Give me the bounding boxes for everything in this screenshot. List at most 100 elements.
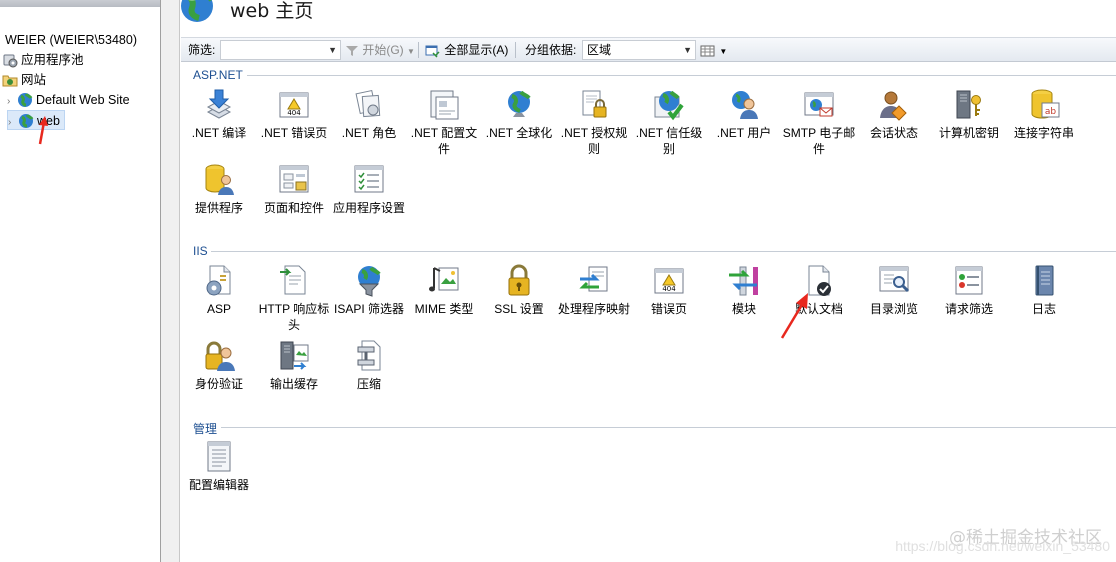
toolbar-separator bbox=[418, 42, 419, 58]
app-settings-icon bbox=[354, 165, 384, 193]
feature-authentication[interactable]: 身份验证 bbox=[181, 339, 257, 392]
feature-label: .NET 角色 bbox=[341, 126, 397, 140]
feature-label: 输出缓存 bbox=[269, 377, 318, 391]
feature-label: SMTP 电子邮件 bbox=[782, 126, 856, 156]
error-404-icon: 404 bbox=[279, 92, 309, 118]
profile-window-icon bbox=[430, 90, 459, 120]
feature-handler-mappings[interactable]: 处理程序映射 bbox=[556, 264, 632, 317]
feature-net-compilation[interactable]: .NET 编译 bbox=[181, 88, 257, 141]
show-all-icon bbox=[425, 45, 440, 58]
view-grid-icon bbox=[700, 45, 715, 57]
dropdown-arrow-icon[interactable]: ▼ bbox=[328, 41, 337, 59]
error-404-icon: 404 bbox=[654, 268, 684, 294]
users-icon bbox=[732, 91, 758, 119]
feature-label: 页面和控件 bbox=[263, 201, 324, 215]
feature-machine-key[interactable]: 计算机密钥 bbox=[931, 88, 1007, 141]
feature-mime-types[interactable]: MIME 类型 bbox=[406, 264, 482, 317]
tree-item-server[interactable]: WEIER (WEIER\53480) bbox=[5, 30, 137, 50]
feature-label: 模块 bbox=[731, 302, 756, 316]
tree-item-app-pools[interactable]: 应用程序池 bbox=[2, 50, 84, 70]
feature-directory-browsing[interactable]: 目录浏览 bbox=[856, 264, 932, 317]
feature-label: 连接字符串 bbox=[1013, 126, 1074, 140]
red-annotation-arrow bbox=[38, 116, 48, 145]
feature-smtp-email[interactable]: SMTP 电子邮件 bbox=[781, 88, 857, 157]
feature-label: .NET 编译 bbox=[191, 126, 247, 140]
feature-app-settings[interactable]: 应用程序设置 bbox=[331, 163, 407, 216]
splitter[interactable] bbox=[161, 0, 180, 562]
feature-label: 应用程序设置 bbox=[332, 201, 405, 215]
show-all-button[interactable]: 全部显示(A) bbox=[425, 38, 508, 62]
start-button[interactable]: 开始(G) ▼ bbox=[345, 38, 415, 62]
feature-label: .NET 错误页 bbox=[260, 126, 328, 140]
dropdown-arrow-icon[interactable]: ▼ bbox=[683, 41, 692, 59]
section-title-management: 管理 bbox=[193, 422, 218, 436]
feature-label: MIME 类型 bbox=[414, 302, 474, 316]
lock-document-icon bbox=[582, 90, 607, 118]
globe-icon bbox=[508, 90, 531, 117]
request-filter-icon bbox=[955, 266, 983, 295]
tree-item-default-web-site[interactable]: › Default Web Site bbox=[7, 90, 130, 110]
dropdown-arrow-icon[interactable]: ▼ bbox=[719, 47, 727, 56]
view-mode-button[interactable]: ▼ bbox=[700, 38, 727, 62]
feature-isapi-filters[interactable]: ISAPI 筛选器 bbox=[331, 264, 407, 317]
handler-arrows-icon bbox=[579, 266, 608, 292]
tree-item-sites[interactable]: 网站 bbox=[2, 70, 46, 90]
feature-label: .NET 配置文件 bbox=[410, 126, 478, 156]
feature-net-profile[interactable]: .NET 配置文件 bbox=[406, 88, 482, 157]
feature-net-authorization-rules[interactable]: .NET 授权规则 bbox=[556, 88, 632, 157]
connections-tree-panel: WEIER (WEIER\53480) 应用程序池 网站 › Default W… bbox=[0, 0, 161, 562]
expand-chevron-icon[interactable]: › bbox=[7, 92, 17, 112]
download-stack-icon bbox=[206, 89, 232, 119]
feature-label: 处理程序映射 bbox=[557, 302, 630, 316]
red-annotation-arrow bbox=[780, 293, 808, 339]
toolbar-separator bbox=[515, 42, 516, 58]
feature-session-state[interactable]: 会话状态 bbox=[856, 88, 932, 141]
feature-net-globalization[interactable]: .NET 全球化 bbox=[481, 88, 557, 141]
compression-icon bbox=[357, 340, 381, 371]
modules-icon bbox=[729, 266, 758, 296]
output-cache-icon bbox=[280, 341, 309, 370]
feature-pages-controls[interactable]: 页面和控件 bbox=[256, 163, 332, 216]
feature-label: SSL 设置 bbox=[494, 302, 544, 316]
feature-compression[interactable]: 压缩 bbox=[331, 339, 407, 392]
tree-item-sites-label: 网站 bbox=[21, 73, 47, 87]
show-all-button-label: 全部显示(A) bbox=[444, 43, 509, 57]
isapi-filter-icon bbox=[358, 266, 381, 297]
feature-modules[interactable]: 模块 bbox=[706, 264, 782, 317]
feature-connection-strings[interactable]: ab 连接字符串 bbox=[1006, 88, 1082, 141]
sites-folder-icon bbox=[2, 72, 18, 88]
feature-label: 会话状态 bbox=[869, 126, 918, 140]
feature-logging[interactable]: 日志 bbox=[1006, 264, 1082, 317]
feature-request-filtering[interactable]: 请求筛选 bbox=[931, 264, 1007, 317]
feature-label: 压缩 bbox=[356, 377, 381, 391]
feature-error-pages[interactable]: 404 错误页 bbox=[631, 264, 707, 317]
filter-input[interactable]: ▼ bbox=[220, 40, 341, 60]
filter-label: 筛选: bbox=[188, 43, 216, 57]
expand-chevron-icon[interactable]: › bbox=[8, 113, 18, 133]
feature-net-users[interactable]: .NET 用户 bbox=[706, 88, 782, 141]
pages-controls-icon bbox=[279, 165, 309, 193]
directory-browse-icon bbox=[879, 266, 910, 293]
funnel-icon bbox=[346, 45, 358, 56]
feature-providers[interactable]: 提供程序 bbox=[181, 163, 257, 216]
config-editor-icon bbox=[207, 441, 231, 472]
feature-ssl-settings[interactable]: SSL 设置 bbox=[481, 264, 557, 317]
globe-icon bbox=[181, 0, 213, 22]
group-by-select[interactable]: 区域 ▼ bbox=[582, 40, 696, 60]
feature-output-caching[interactable]: 输出缓存 bbox=[256, 339, 332, 392]
dropdown-arrow-icon[interactable]: ▼ bbox=[407, 47, 415, 56]
section-divider bbox=[247, 75, 1116, 76]
svg-text:404: 404 bbox=[287, 109, 301, 117]
feature-label: 请求筛选 bbox=[944, 302, 993, 316]
feature-net-trust-levels[interactable]: .NET 信任级别 bbox=[631, 88, 707, 157]
section-divider bbox=[211, 251, 1116, 252]
feature-asp[interactable]: ASP bbox=[181, 264, 257, 317]
feature-label: 目录浏览 bbox=[869, 302, 918, 316]
feature-net-error-pages[interactable]: 404 .NET 错误页 bbox=[256, 88, 332, 141]
feature-label: .NET 全球化 bbox=[485, 126, 553, 140]
feature-http-response-headers[interactable]: HTTP 响应标头 bbox=[256, 264, 332, 333]
trust-globe-icon bbox=[654, 90, 684, 121]
feature-configuration-editor[interactable]: 配置编辑器 bbox=[181, 440, 257, 493]
feature-net-roles[interactable]: .NET 角色 bbox=[331, 88, 407, 141]
main-content: web 主页 筛选: ▼ 开始(G) ▼ 全部显示(A) 分组依据: 区域 ▼ … bbox=[181, 0, 1116, 562]
